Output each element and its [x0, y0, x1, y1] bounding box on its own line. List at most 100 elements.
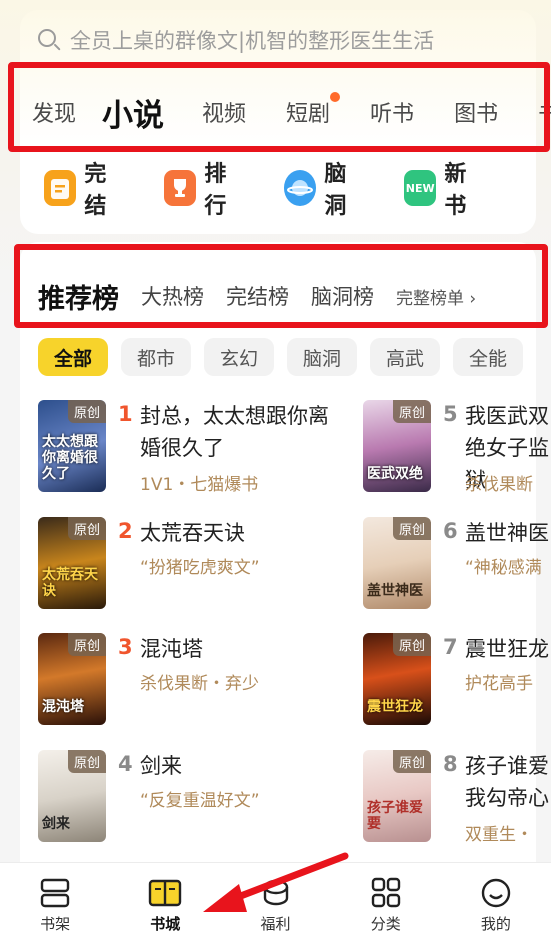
tab-novel[interactable]: 小说 [93, 90, 165, 135]
cover-title: 太荒吞天诀 [42, 567, 98, 599]
cover-title: 太太想跟你离婚很久了 [42, 434, 98, 482]
original-tag: 原创 [392, 400, 431, 423]
book-subtitle: 杀伐果断 [465, 475, 533, 492]
rank-tab-brainstorm[interactable]: 脑洞榜 [311, 281, 374, 311]
rank-number: 7 [443, 635, 458, 659]
rank-number: 5 [443, 402, 458, 426]
rank-number: 4 [118, 752, 133, 776]
nav-bookshelf[interactable]: 书架 [0, 863, 110, 939]
filter-martial[interactable]: 高武 [370, 338, 440, 376]
rank-number: 2 [118, 519, 133, 543]
nav-profile[interactable]: 我的 [441, 863, 551, 939]
cover-title: 剑来 [42, 816, 70, 832]
book-subtitle: “神秘感满 [465, 558, 542, 578]
tab-short-drama[interactable]: 短剧 [286, 92, 341, 128]
book-cover: 原创 太太想跟你离婚很久了 [38, 400, 106, 492]
quick-item-brainstorm[interactable]: 脑洞 [284, 156, 364, 220]
filter-allround[interactable]: 全能 [453, 338, 523, 376]
book-title: 震世狂龙 [465, 637, 549, 661]
rank-number: 6 [443, 519, 458, 543]
book-subtitle: 1V1・七猫爆书 [140, 475, 259, 495]
cover-title: 孩子谁爱要 [367, 800, 423, 832]
profile-icon [479, 877, 513, 909]
book-title: 封总，太太想跟你离婚很久了 [140, 404, 329, 460]
book-item-3[interactable]: 原创 混沌塔 3 混沌塔 杀伐果断・弃少 [38, 633, 318, 725]
category-filters: 全部 都市 玄幻 脑洞 高武 全能 [38, 338, 551, 378]
book-subtitle: “扮猪吃虎爽文” [140, 558, 260, 578]
original-tag: 原创 [392, 750, 431, 773]
book-cover: 原创 盖世神医 [363, 517, 431, 609]
filter-brainstorm[interactable]: 脑洞 [287, 338, 357, 376]
cover-title: 混沌塔 [42, 699, 84, 715]
book-cover: 原创 孩子谁爱要 [363, 750, 431, 842]
book-item-8[interactable]: 原创 孩子谁爱要 8 孩子谁爱我勾帝心 双重生・ [363, 750, 551, 842]
filter-urban[interactable]: 都市 [121, 338, 191, 376]
planet-icon [284, 170, 317, 206]
cover-title: 震世狂龙 [367, 699, 423, 715]
nav-label-profile: 我的 [480, 915, 511, 933]
quick-item-ranking[interactable]: 排行 [164, 156, 244, 220]
quick-entries: 完结 排行 脑洞 NEW 新书 [44, 162, 524, 219]
original-tag: 原创 [67, 517, 106, 540]
filter-all[interactable]: 全部 [38, 338, 108, 376]
rank-number: 8 [443, 752, 458, 776]
channel-tabs: 发现 小说 视频 短剧 听书 图书 书 [14, 82, 551, 142]
book-title: 盖世神医 [465, 521, 549, 545]
tab-books[interactable]: 图书 [454, 96, 498, 128]
book-subtitle: 杀伐果断・弃少 [140, 674, 259, 694]
original-tag: 原创 [392, 633, 431, 656]
book-title: 孩子谁爱我勾帝心 [465, 754, 549, 810]
new-badge-icon: NEW [404, 170, 437, 206]
book-item-7[interactable]: 原创 震世狂龙 7 震世狂龙 护花高手 [363, 633, 551, 725]
quick-label-finished: 完结 [84, 162, 107, 219]
annotation-arrow [203, 852, 349, 912]
cover-title: 医武双绝 [367, 466, 423, 482]
nav-label-categories: 分类 [370, 915, 401, 933]
book-cover: 原创 剑来 [38, 750, 106, 842]
rank-tabs: 推荐榜 大热榜 完结榜 脑洞榜 完整榜单 › [38, 274, 528, 318]
trophy-icon [164, 170, 197, 206]
book-cover: 原创 混沌塔 [38, 633, 106, 725]
book-item-2[interactable]: 原创 太荒吞天诀 2 太荒吞天诀 “扮猪吃虎爽文” [38, 517, 318, 609]
quick-item-new[interactable]: NEW 新书 [404, 156, 484, 220]
rank-number: 3 [118, 635, 133, 659]
book-title: 混沌塔 [140, 637, 203, 661]
book-item-6[interactable]: 原创 盖世神医 6 盖世神医 “神秘感满 [363, 517, 551, 609]
rank-tab-hot[interactable]: 大热榜 [141, 281, 204, 311]
book-cover: 原创 震世狂龙 [363, 633, 431, 725]
notification-dot [330, 92, 341, 102]
cover-title: 盖世神医 [367, 583, 423, 599]
book-item-4[interactable]: 原创 剑来 4 剑来 “反复重温好文” [38, 750, 318, 842]
rank-tab-recommend[interactable]: 推荐榜 [38, 277, 119, 316]
tab-more[interactable]: 书 [538, 96, 551, 128]
book-item-5[interactable]: 原创 医武双绝 5 我医武双绝女子监狱 杀伐果断 [363, 400, 551, 492]
filter-fantasy[interactable]: 玄幻 [204, 338, 274, 376]
clipboard-icon [44, 170, 77, 206]
tab-audiobook[interactable]: 听书 [370, 96, 414, 128]
book-subtitle: 护花高手 [465, 674, 533, 694]
rank-tab-finished[interactable]: 完结榜 [226, 281, 289, 311]
tab-short-drama-label: 短剧 [286, 102, 331, 127]
book-cover: 原创 太荒吞天诀 [38, 517, 106, 609]
original-tag: 原创 [67, 633, 106, 656]
book-item-1[interactable]: 原创 太太想跟你离婚很久了 1 封总，太太想跟你离婚很久了 1V1・七猫爆书 [38, 400, 329, 495]
bookshelf-icon [38, 877, 72, 909]
tab-novel-label: 小说 [102, 97, 165, 134]
book-open-icon [148, 877, 182, 909]
search-input[interactable]: 全员上桌的群像文|机智的整形医生生活 [70, 25, 434, 55]
grid-icon [369, 877, 403, 909]
original-tag: 原创 [67, 750, 106, 773]
search-bar[interactable]: 全员上桌的群像文|机智的整形医生生活 [36, 22, 516, 58]
nav-label-bookstore: 书城 [150, 915, 181, 933]
book-title: 剑来 [140, 754, 182, 778]
book-cover: 原创 医武双绝 [363, 400, 431, 492]
nav-label-bookshelf: 书架 [40, 915, 71, 933]
book-title: 太荒吞天诀 [140, 521, 245, 545]
quick-item-finished[interactable]: 完结 [44, 156, 124, 220]
tab-video[interactable]: 视频 [202, 96, 246, 128]
quick-label-ranking: 排行 [204, 162, 227, 219]
rank-number: 1 [118, 402, 133, 426]
original-tag: 原创 [67, 400, 106, 423]
tab-discover[interactable]: 发现 [32, 96, 76, 128]
full-ranking-link[interactable]: 完整榜单 › [396, 284, 476, 309]
